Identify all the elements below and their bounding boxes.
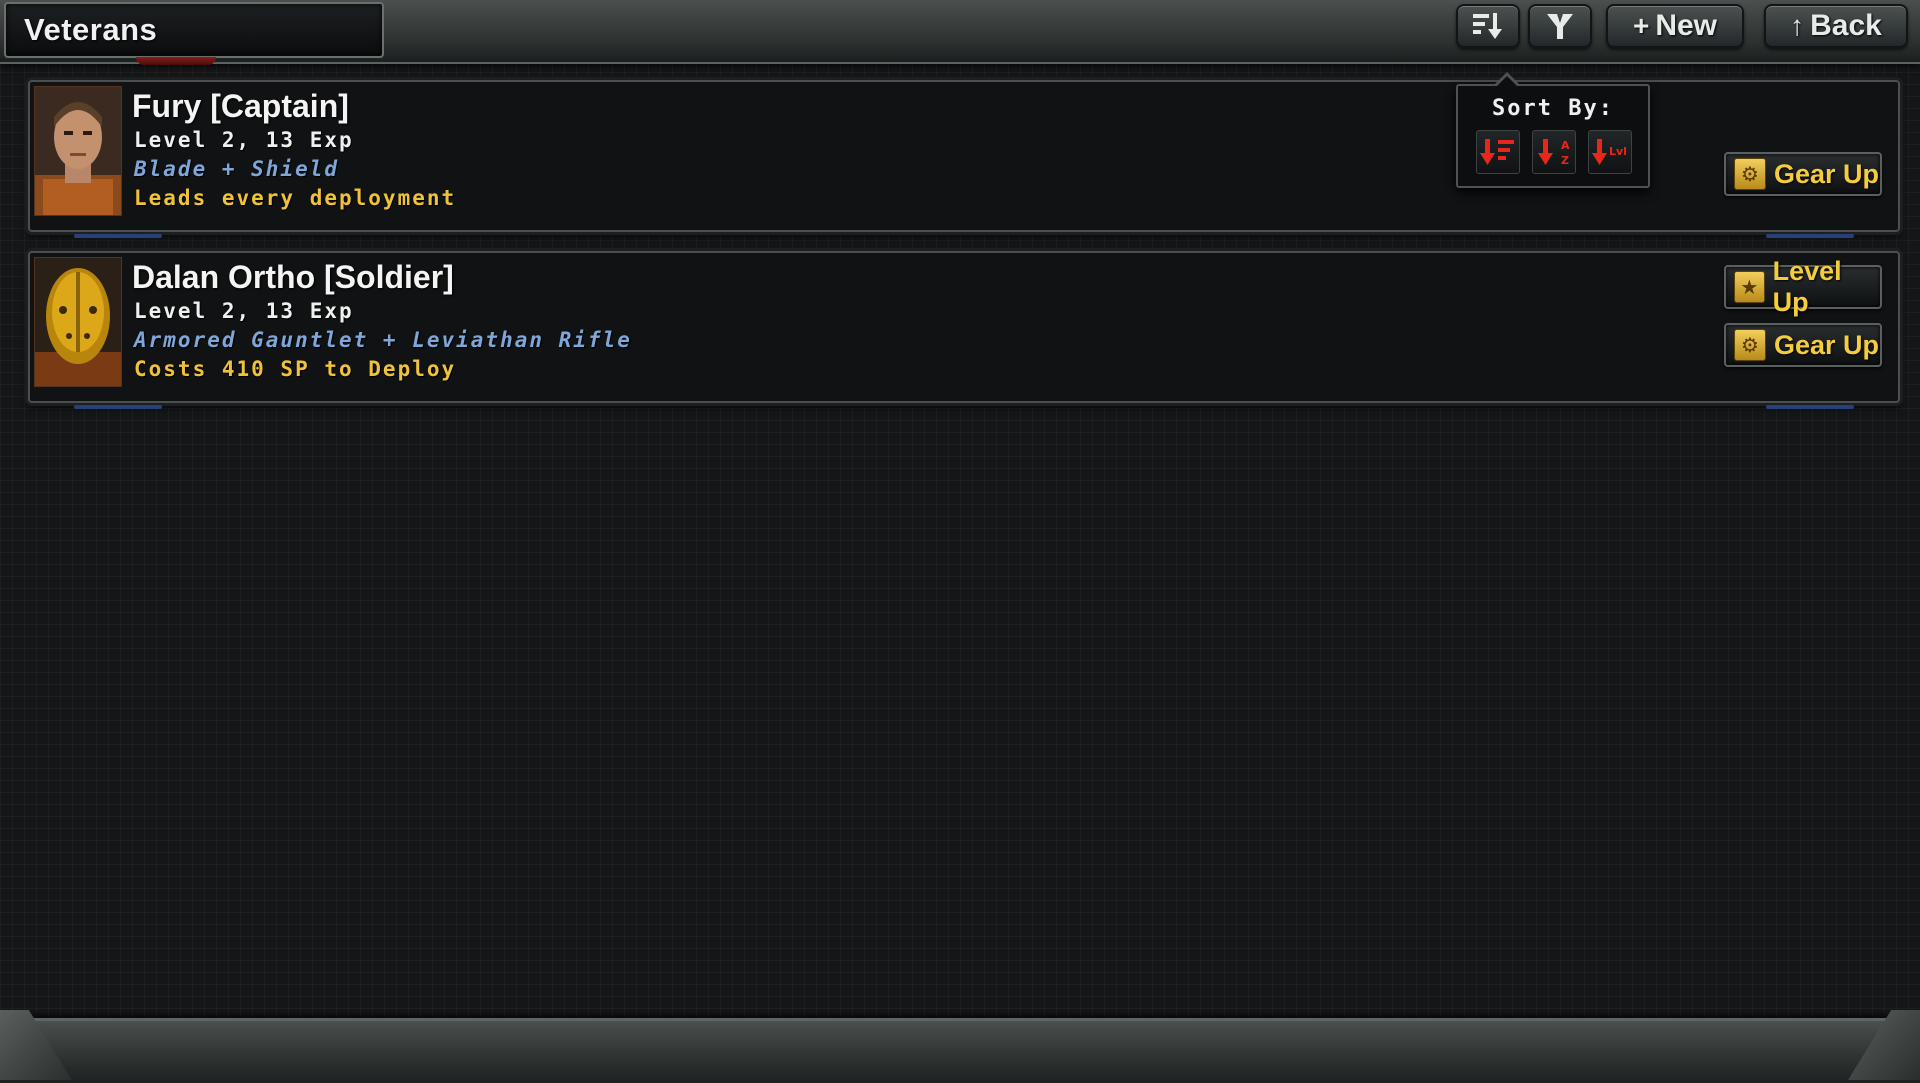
row-accent [1766, 405, 1854, 409]
bottom-bar [0, 1018, 1920, 1083]
svg-text:Z: Z [1561, 154, 1569, 167]
veteran-level: Level 2, 13 Exp [134, 299, 354, 323]
veteran-gear: Blade + Shield [134, 157, 340, 181]
page-title: Veterans [24, 12, 158, 47]
back-label: Back [1810, 9, 1882, 42]
sort-popup: Sort By: A Z Lvl [1456, 72, 1650, 188]
new-button[interactable]: + New [1606, 4, 1744, 48]
veteran-name: Fury [Captain] [132, 88, 349, 124]
back-button[interactable]: ↑ Back [1764, 4, 1908, 48]
sort-popup-title: Sort By: [1492, 96, 1614, 121]
gear-up-label: Gear Up [1774, 158, 1880, 189]
filter-icon [1547, 14, 1573, 39]
portrait-soldier [34, 257, 122, 387]
veteran-name: Dalan Ortho [Soldier] [132, 259, 454, 295]
veteran-note: Leads every deployment [134, 186, 457, 210]
svg-text:A: A [1561, 139, 1570, 152]
sort-button[interactable] [1456, 4, 1520, 48]
veteran-row[interactable]: Dalan Ortho [Soldier] Level 2, 13 Exp Ar… [28, 251, 1900, 409]
title-accent [136, 57, 216, 65]
gear-icon: ⚙ [1734, 329, 1766, 361]
level-up-button[interactable]: ★ Level Up [1724, 256, 1882, 317]
medal-icon: ★ [1734, 271, 1765, 303]
gear-up-button[interactable]: ⚙ Gear Up [1724, 323, 1882, 367]
veteran-note: Costs 410 SP to Deploy [134, 357, 457, 381]
top-bar: Veterans + New ↑ Back [0, 0, 1920, 65]
sort-level-icon: Lvl [1592, 139, 1627, 165]
sort-icon [1473, 13, 1502, 39]
filter-button[interactable] [1528, 4, 1592, 48]
veteran-gear: Armored Gauntlet + Leviathan Rifle [134, 328, 632, 352]
sort-option-default[interactable] [1476, 130, 1520, 174]
sort-option-alpha[interactable]: A Z [1532, 130, 1576, 174]
plus-icon: + [1632, 10, 1650, 41]
gear-icon: ⚙ [1734, 158, 1766, 190]
row-accent [1766, 234, 1854, 238]
new-label: New [1655, 9, 1718, 42]
sort-option-level[interactable]: Lvl [1588, 130, 1632, 174]
sort-default-icon [1480, 139, 1514, 165]
gear-up-button[interactable]: ⚙ Gear Up [1724, 152, 1882, 196]
title-plate: Veterans [4, 2, 384, 65]
sort-alpha-icon: A Z [1538, 139, 1570, 167]
gear-up-label: Gear Up [1774, 329, 1880, 360]
level-up-label: Level Up [1772, 256, 1842, 317]
back-arrow-icon: ↑ [1790, 10, 1805, 41]
svg-text:Lvl: Lvl [1609, 145, 1627, 158]
portrait-captain [34, 86, 122, 216]
veteran-level: Level 2, 13 Exp [134, 128, 354, 152]
